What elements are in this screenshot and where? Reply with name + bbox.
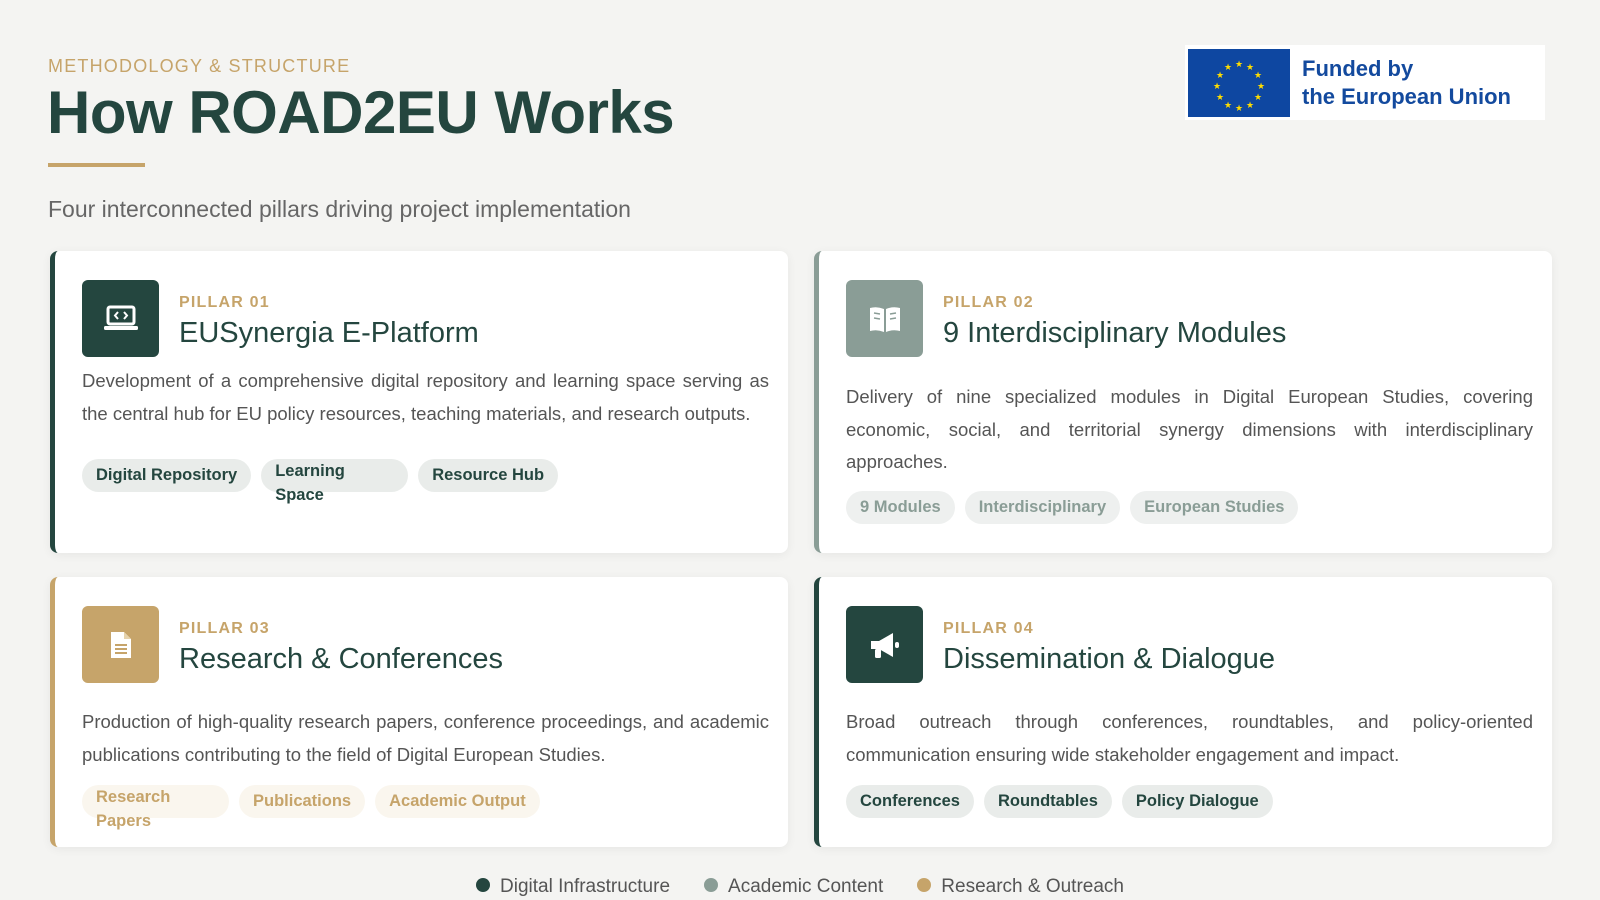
legend-dot — [917, 878, 932, 892]
svg-text:★: ★ — [1235, 104, 1243, 114]
tag: 9 Modules — [846, 491, 955, 524]
eu-funding-line1: Funded by — [1302, 55, 1414, 81]
eu-funding-badge: ★ ★ ★ ★ ★ ★ ★ ★ ★ ★ ★ ★ Funded by the Eu… — [1185, 45, 1545, 120]
document-icon — [82, 606, 159, 683]
pillar-title: Research & Conferences — [179, 643, 503, 675]
legend-label: Academic Content — [728, 876, 884, 897]
pillar-description: Development of a comprehensive digital r… — [82, 370, 769, 424]
tag: Academic Output — [375, 785, 540, 818]
tag: Learning Space — [261, 459, 409, 504]
page-title: How ROAD2EU Works — [47, 79, 675, 146]
section-eyebrow: METHODOLOGY & STRUCTURE — [48, 56, 351, 76]
svg-text:★: ★ — [1254, 71, 1262, 81]
svg-text:★: ★ — [1246, 101, 1254, 111]
tag: Resource Hub — [418, 459, 559, 492]
eu-funding-text: Funded by the European Union — [1302, 55, 1511, 111]
megaphone-icon — [846, 606, 923, 683]
pillar-tags: Research Papers Publications Academic Ou… — [82, 785, 540, 830]
legend-dot — [704, 878, 719, 892]
pillar-number: PILLAR 01 — [179, 294, 270, 311]
legend-label: Digital Infrastructure — [500, 876, 671, 897]
legend-item: Digital Infrastructure — [476, 876, 670, 898]
svg-text:★: ★ — [1235, 60, 1243, 70]
tag: Roundtables — [983, 785, 1112, 818]
eu-flag-icon: ★ ★ ★ ★ ★ ★ ★ ★ ★ ★ ★ ★ — [1188, 48, 1290, 117]
legend-dot — [476, 878, 491, 892]
book-open-icon — [846, 280, 923, 357]
laptop-code-icon — [82, 280, 159, 357]
pillar-tags: Digital Repository Learning Space Resour… — [82, 459, 559, 504]
svg-text:★: ★ — [1246, 63, 1254, 73]
legend-label: Research & Outreach — [941, 876, 1124, 897]
pillar-tags: 9 Modules Interdisciplinary European Stu… — [846, 491, 1299, 524]
legend-item: Academic Content — [704, 876, 883, 898]
tag: Publications — [239, 785, 366, 818]
eu-funding-line2: the European Union — [1302, 83, 1511, 109]
pillar-card-1: PILLAR 01 EUSynergia E-Platform Developm… — [50, 251, 788, 553]
tag: Conferences — [846, 785, 974, 818]
svg-text:★: ★ — [1216, 71, 1224, 81]
pillar-number: PILLAR 04 — [943, 620, 1034, 637]
legend: Digital Infrastructure Academic Content … — [0, 876, 1600, 898]
pillar-card-2: PILLAR 02 9 Interdisciplinary Modules De… — [814, 251, 1552, 553]
pillar-number: PILLAR 03 — [179, 620, 270, 637]
svg-text:★: ★ — [1254, 93, 1262, 103]
legend-item: Research & Outreach — [917, 876, 1124, 898]
pillar-tags: Conferences Roundtables Policy Dialogue — [846, 785, 1273, 818]
pillar-description: Production of high-quality research pape… — [82, 711, 769, 765]
tag: European Studies — [1130, 491, 1299, 524]
svg-text:★: ★ — [1216, 93, 1224, 103]
svg-text:★: ★ — [1257, 82, 1265, 92]
svg-text:★: ★ — [1224, 101, 1232, 111]
tag: Policy Dialogue — [1121, 785, 1273, 818]
pillar-description: Broad outreach through conferences, roun… — [846, 711, 1533, 765]
pillar-card-4: PILLAR 04 Dissemination & Dialogue Broad… — [814, 577, 1552, 847]
svg-text:★: ★ — [1213, 82, 1221, 92]
svg-text:★: ★ — [1224, 63, 1232, 73]
pillar-title: Dissemination & Dialogue — [943, 643, 1276, 675]
pillar-title: EUSynergia E-Platform — [179, 317, 479, 349]
pillar-card-3: PILLAR 03 Research & Conferences Product… — [50, 577, 788, 847]
tag: Digital Repository — [82, 459, 252, 492]
title-underline — [48, 163, 145, 167]
pillar-description: Delivery of nine specialized modules in … — [846, 386, 1533, 472]
tag: Interdisciplinary — [964, 491, 1121, 524]
pillar-number: PILLAR 02 — [943, 294, 1034, 311]
pillar-title: 9 Interdisciplinary Modules — [943, 317, 1287, 349]
page-subtitle: Four interconnected pillars driving proj… — [48, 196, 631, 222]
tag: Research Papers — [82, 785, 229, 830]
